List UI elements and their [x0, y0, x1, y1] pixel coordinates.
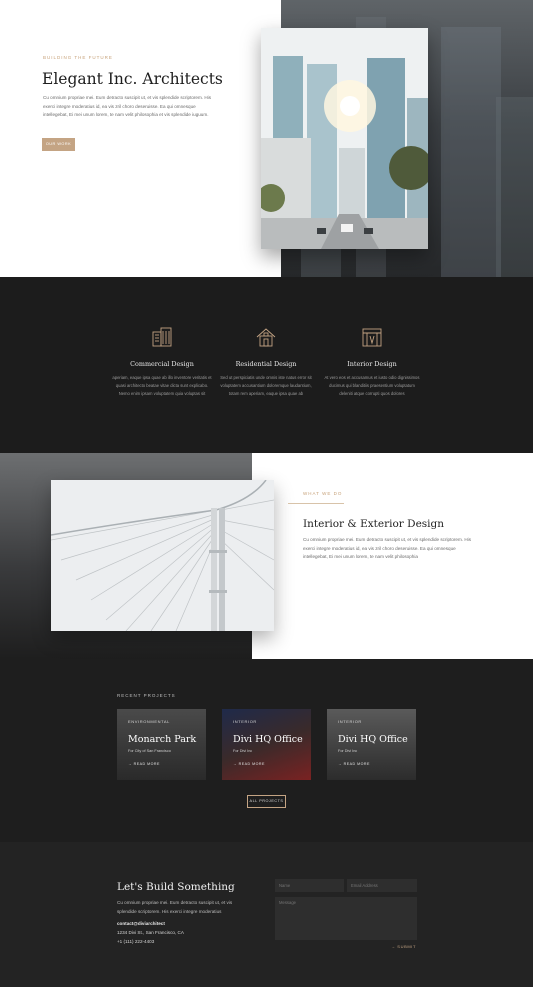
- service-title: Interior Design: [347, 360, 397, 368]
- service-interior: Interior Design At vero eos et accusamus…: [322, 326, 422, 398]
- service-title: Commercial Design: [130, 360, 194, 368]
- name-field[interactable]: [275, 879, 344, 892]
- project-title: Divi HQ Office: [338, 734, 408, 745]
- project-location: For Divi Inc: [338, 749, 358, 753]
- bridge-photo: [51, 480, 274, 631]
- project-location: For City of San Francisco: [128, 749, 171, 753]
- all-projects-button[interactable]: ALL PROJECTS: [247, 795, 286, 808]
- contact-address: 1234 Divi St., San Francisco, CA: [117, 930, 184, 935]
- email-field[interactable]: [347, 879, 417, 892]
- hero-title: Elegant Inc. Architects: [42, 70, 223, 88]
- project-tag: INTERIOR: [233, 719, 257, 724]
- project-location: For Divi Inc: [233, 749, 253, 753]
- about-divider: [288, 503, 344, 504]
- project-title: Monarch Park: [128, 734, 197, 745]
- project-title: Divi HQ Office: [233, 734, 303, 745]
- house-icon: [256, 328, 276, 347]
- contact-title: Let's Build Something: [117, 881, 235, 893]
- service-title: Residential Design: [235, 360, 297, 368]
- project-card[interactable]: INTERIOR Divi HQ Office For Divi Inc → R…: [327, 709, 416, 780]
- service-body: aperiam, eaque ipsa quae ab illo invento…: [112, 375, 212, 396]
- projects-section: RECENT PROJECTS ENVIRONMENTAL Monarch Pa…: [0, 659, 533, 842]
- interior-icon: [362, 328, 382, 347]
- read-more-link[interactable]: → READ MORE: [338, 762, 370, 766]
- about-title: Interior & Exterior Design: [303, 518, 445, 530]
- service-commercial: Commercial Design aperiam, eaque ipsa qu…: [112, 326, 212, 398]
- read-more-link[interactable]: → READ MORE: [233, 762, 265, 766]
- read-more-link[interactable]: → READ MORE: [128, 762, 160, 766]
- projects-label: RECENT PROJECTS: [117, 693, 176, 698]
- message-field[interactable]: [275, 897, 417, 940]
- city-street-photo: [261, 28, 428, 249]
- services-section: Commercial Design aperiam, eaque ipsa qu…: [0, 277, 533, 453]
- about-body: Cu omnium propriae mei. Eum detracto sus…: [303, 537, 471, 560]
- service-body: At vero eos et accusamus et iusto odio d…: [324, 375, 420, 396]
- contact-phone: +1 (111) 222-4403: [117, 939, 155, 944]
- contact-body: Cu omnium propriae mei. Eum detracto sus…: [117, 900, 233, 914]
- hero-section: BUILDING THE FUTURE Elegant Inc. Archite…: [0, 0, 533, 277]
- office-building-icon: [152, 327, 172, 347]
- project-tag: ENVIRONMENTAL: [128, 719, 170, 724]
- service-residential: Residential Design Sed ut perspiciatis u…: [216, 326, 316, 398]
- submit-button[interactable]: → SUBMIT: [391, 944, 416, 949]
- about-section: WHAT WE DO Interior & Exterior Design Cu…: [0, 453, 533, 659]
- our-work-button[interactable]: OUR WORK: [42, 138, 75, 151]
- project-card[interactable]: INTERIOR Divi HQ Office For Divi Inc → R…: [222, 709, 311, 780]
- about-eyebrow: WHAT WE DO: [303, 491, 343, 496]
- hero-eyebrow: BUILDING THE FUTURE: [43, 55, 113, 60]
- contact-section: Let's Build Something Cu omnium propriae…: [0, 842, 533, 987]
- hero-body: Cu omnium propriae mei. Eum detracto sus…: [43, 95, 211, 118]
- project-card[interactable]: ENVIRONMENTAL Monarch Park For City of S…: [117, 709, 206, 780]
- service-body: Sed ut perspiciatis unde omnis iste natu…: [220, 375, 312, 396]
- contact-email[interactable]: contact@diviarchitect: [117, 921, 165, 926]
- project-tag: INTERIOR: [338, 719, 362, 724]
